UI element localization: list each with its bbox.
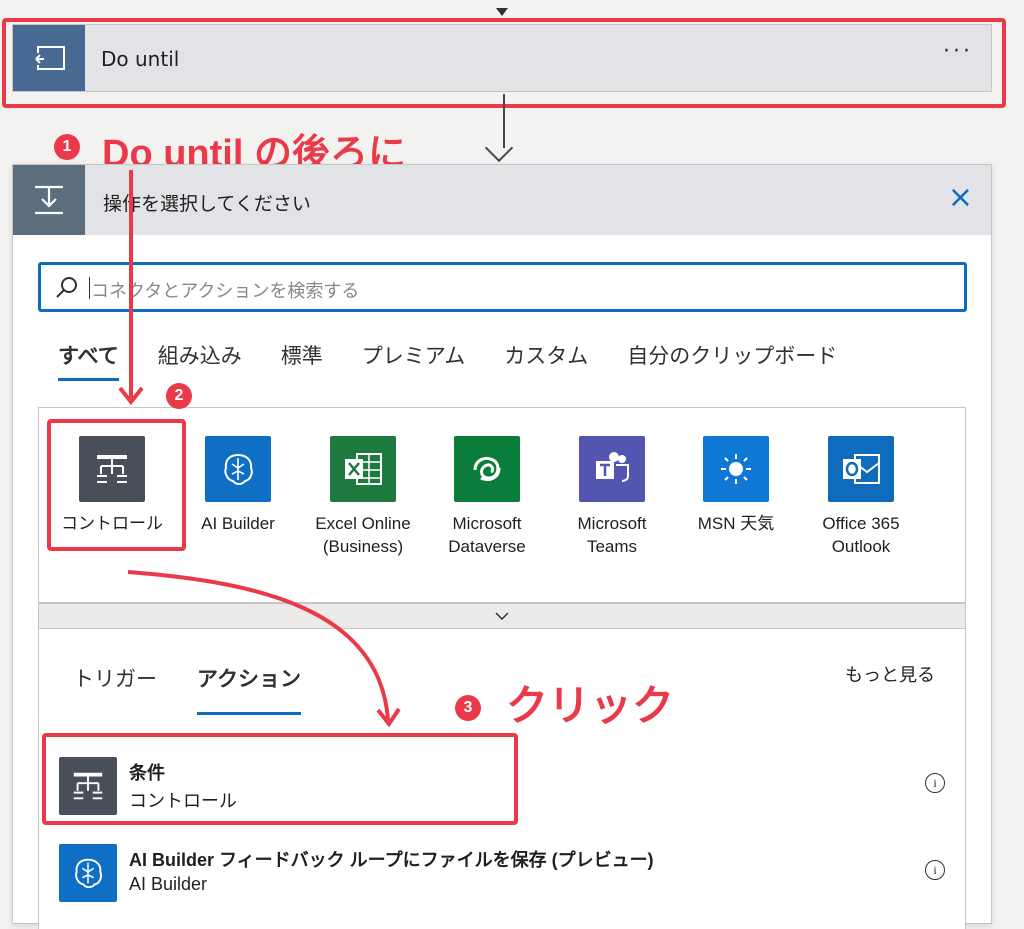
connector-label: AI Builder [201,514,275,533]
highlight-control-connector [47,419,186,551]
panel-header: 操作を選択してください × [13,165,991,235]
outlook-icon [828,436,894,502]
ai-builder-icon [205,436,271,502]
dataverse-icon [454,436,520,502]
search-icon [56,277,77,298]
tab-my-clipboard[interactable]: 自分のクリップボード [627,340,837,380]
tab-built-in[interactable]: 組み込み [158,340,242,380]
tab-custom[interactable]: カスタム [504,340,588,380]
excel-icon [330,436,396,502]
connector-excel-online[interactable]: Excel Online (Business) [303,436,423,558]
step-1-badge: 1 [54,134,80,160]
trigger-action-tabs: トリガー アクション [73,663,341,715]
action-item-ai-builder-feedback[interactable]: AI Builder フィードバック ループにファイルを保存 (プレビュー) A… [39,832,965,912]
category-tabs: すべて 組み込み 標準 プレミアム カスタム 自分のクリップボード [58,340,876,381]
connector-label: Office 365 Outlook [822,514,900,556]
step-3-annotation: クリック [506,682,675,729]
connector-label: Microsoft Dataverse [448,514,526,556]
text-caret [89,277,90,299]
tab-triggers[interactable]: トリガー [73,663,157,715]
connector-label: Excel Online (Business) [315,514,411,556]
chevron-down-icon [495,612,509,620]
info-icon[interactable]: i [925,860,945,880]
flow-connector-arrowhead [484,133,514,163]
ai-builder-icon [59,844,117,902]
step-2-badge: 2 [166,383,192,409]
connector-dataverse[interactable]: Microsoft Dataverse [427,436,547,558]
close-icon[interactable]: × [948,183,973,213]
tab-premium[interactable]: プレミアム [362,340,466,380]
action-connector: AI Builder [129,874,208,894]
action-name: AI Builder フィードバック ループにファイルを保存 (プレビュー) [129,850,654,870]
flow-arrow-tip [496,8,508,16]
connector-label: MSN 天気 [697,514,775,533]
choose-operation-icon [13,165,85,235]
tab-actions[interactable]: アクション [197,663,301,715]
highlight-condition-action [42,733,518,825]
tab-standard[interactable]: 標準 [281,340,323,380]
step-3-badge: 3 [455,695,481,721]
info-icon[interactable]: i [925,773,945,793]
search-placeholder: コネクタとアクションを検索する [91,281,360,302]
teams-icon [579,436,645,502]
connector-ai-builder[interactable]: AI Builder [178,436,298,535]
connector-teams[interactable]: Microsoft Teams [552,436,672,558]
weather-sun-icon [703,436,769,502]
see-more-link[interactable]: もっと見る [845,661,935,687]
connector-msn-weather[interactable]: MSN 天気 [676,436,796,535]
connector-outlook[interactable]: Office 365 Outlook [801,436,921,558]
connector-label: Microsoft Teams [577,514,647,556]
panel-title: 操作を選択してください [103,193,311,215]
search-input[interactable]: コネクタとアクションを検索する [38,262,967,312]
expand-connectors-button[interactable] [38,603,966,629]
tab-all[interactable]: すべて [58,340,119,381]
